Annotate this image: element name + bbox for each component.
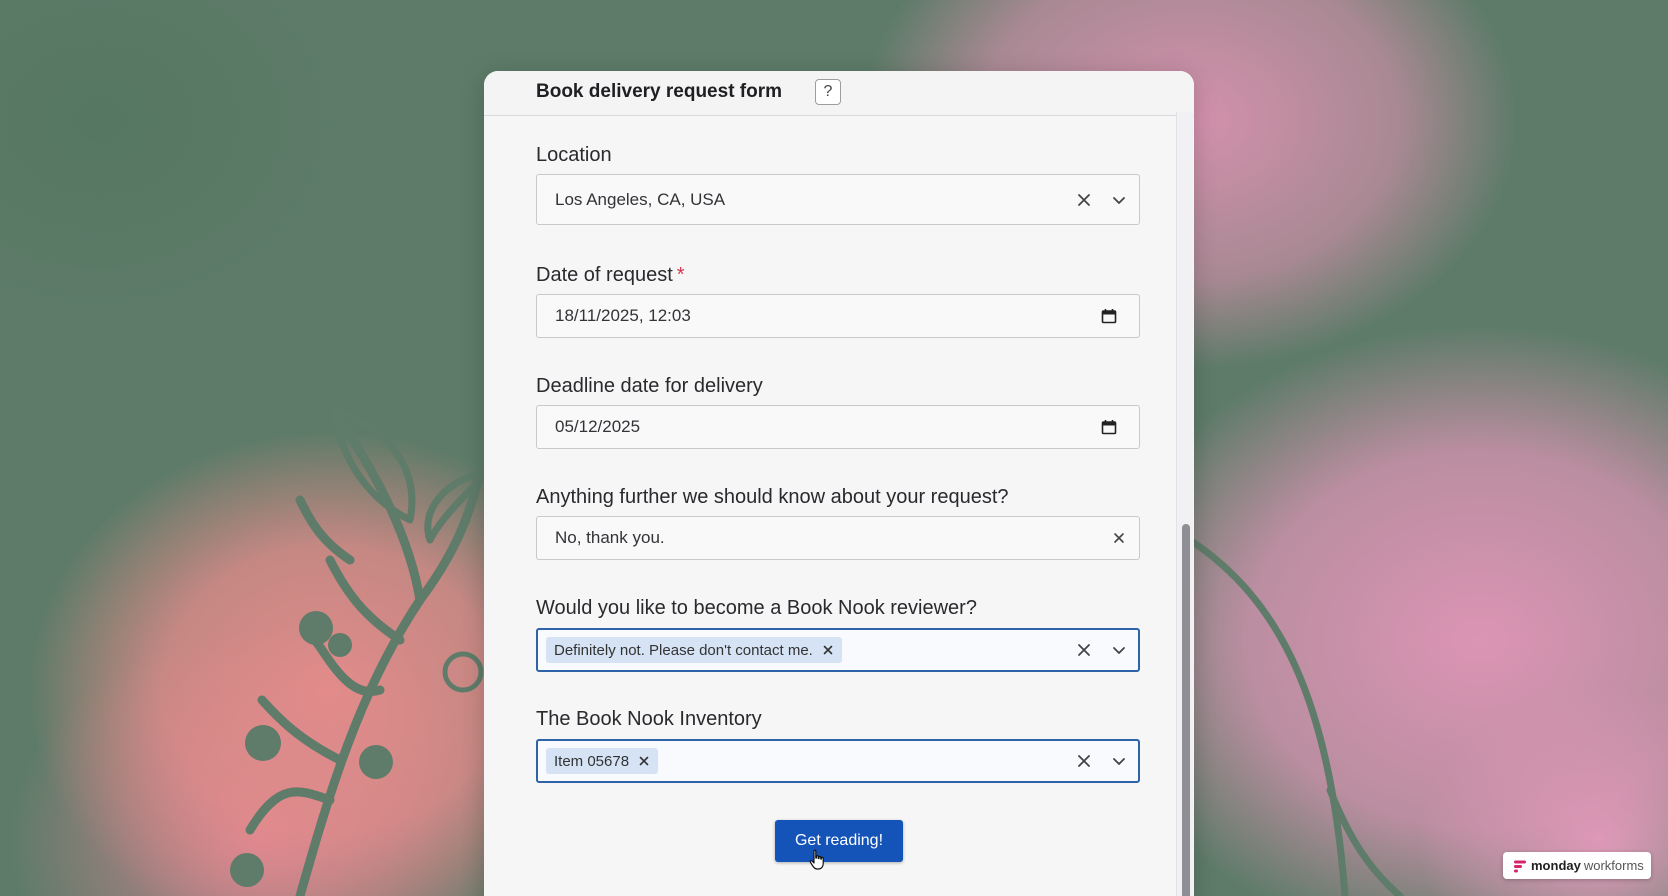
date-of-request-label: Date of request * — [536, 264, 685, 287]
deadline-label: Deadline date for delivery — [536, 375, 763, 397]
form-card: Book delivery request form ? Location Lo… — [484, 71, 1194, 896]
monday-logo-icon — [1514, 860, 1526, 872]
clear-x-icon[interactable] — [1074, 190, 1094, 210]
hand-pointer-icon — [809, 849, 827, 875]
selected-chip-label: Definitely not. Please don't contact me. — [554, 641, 813, 659]
clear-x-icon[interactable] — [1074, 640, 1094, 660]
remove-chip-icon[interactable] — [638, 755, 650, 767]
form-header: Book delivery request form ? — [484, 71, 1194, 116]
date-of-request-value: 18/11/2025, 12:03 — [555, 306, 691, 325]
date-of-request-label-text: Date of request — [536, 264, 673, 286]
scrollbar-thumb[interactable] — [1182, 524, 1190, 896]
help-button[interactable]: ? — [815, 79, 841, 105]
reviewer-label: Would you like to become a Book Nook rev… — [536, 597, 977, 619]
selected-chip: Definitely not. Please don't contact me. — [546, 637, 842, 663]
reviewer-select[interactable]: Definitely not. Please don't contact me. — [536, 628, 1140, 672]
form-scrollbar[interactable] — [1176, 112, 1193, 896]
branding-badge[interactable]: monday workforms — [1503, 852, 1651, 879]
deadline-input[interactable]: 05/12/2025 — [536, 405, 1140, 449]
clear-x-icon[interactable] — [1074, 751, 1094, 771]
calendar-icon[interactable] — [1099, 417, 1119, 437]
submit-button[interactable]: Get reading! — [775, 820, 903, 862]
remove-chip-icon[interactable] — [822, 644, 834, 656]
clear-x-icon[interactable] — [1109, 528, 1129, 548]
deadline-value: 05/12/2025 — [555, 417, 641, 436]
product-name: workforms — [1583, 858, 1644, 873]
location-select[interactable]: Los Angeles, CA, USA — [536, 174, 1140, 225]
location-label: Location — [536, 144, 612, 166]
required-marker: * — [676, 264, 685, 286]
form-title: Book delivery request form — [536, 81, 783, 102]
chevron-down-icon[interactable] — [1109, 751, 1129, 771]
calendar-icon[interactable] — [1099, 306, 1119, 326]
selected-chip: Item 05678 — [546, 748, 659, 774]
date-of-request-input[interactable]: 18/11/2025, 12:03 — [536, 294, 1140, 338]
chevron-down-icon[interactable] — [1109, 190, 1129, 210]
further-info-input[interactable]: No, thank you. — [536, 516, 1140, 560]
further-info-value: No, thank you. — [555, 528, 665, 547]
further-info-label: Anything further we should know about yo… — [536, 486, 1009, 508]
chevron-down-icon[interactable] — [1109, 640, 1129, 660]
inventory-label: The Book Nook Inventory — [536, 708, 762, 730]
location-value: Los Angeles, CA, USA — [555, 190, 726, 209]
brand-name: monday — [1531, 858, 1581, 873]
selected-chip-label: Item 05678 — [554, 752, 630, 770]
inventory-select[interactable]: Item 05678 — [536, 739, 1140, 783]
